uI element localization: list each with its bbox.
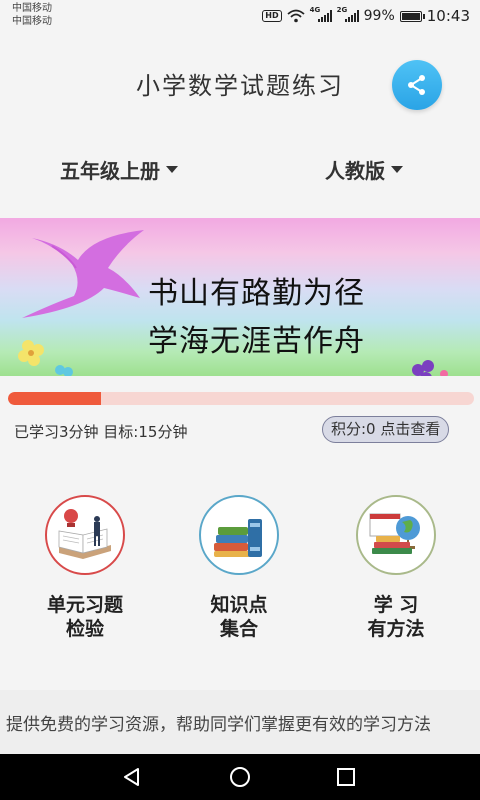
home-icon <box>230 767 250 787</box>
points-button[interactable]: 积分:0 点击查看 <box>322 416 450 443</box>
menu-knowledge-points[interactable]: 知识点 集合 <box>194 495 284 641</box>
back-icon <box>124 768 139 786</box>
flower-icon <box>18 340 73 376</box>
study-progress-bar <box>8 392 474 405</box>
network-type-1: 4G <box>309 6 321 14</box>
recent-apps-icon <box>337 768 355 786</box>
battery-level <box>401 12 420 20</box>
caret-down-icon <box>166 166 178 173</box>
grade-label: 五年级上册 <box>60 159 160 183</box>
battery-icon <box>399 10 425 22</box>
recent-apps-button[interactable] <box>316 754 376 800</box>
marquee-text: 提供免费的学习资源，帮助同学们掌握更有效的学习方法 <box>6 715 431 735</box>
menu-label-line-1: 知识点 <box>210 594 268 616</box>
status-indicators: HD 4G 2G 99% 10:43 <box>262 6 470 26</box>
share-button[interactable] <box>392 60 442 110</box>
hd-badge: HD <box>262 10 282 22</box>
menu-icon-circle <box>356 495 436 575</box>
battery-percent: 99% <box>363 8 395 24</box>
banner-line-1: 书山有路勤为径 <box>148 276 365 311</box>
menu-label-line-1: 学 习 <box>373 594 419 616</box>
menu-label-line-2: 有方法 <box>367 618 425 640</box>
back-button[interactable] <box>102 754 162 800</box>
menu-label-line-2: 检验 <box>65 618 104 640</box>
menu-icon-circle <box>45 495 125 575</box>
grade-selector[interactable]: 五年级上册 <box>60 155 178 184</box>
home-button[interactable] <box>210 754 270 800</box>
menu-label-line-1: 单元习题 <box>46 594 123 616</box>
flower-icon <box>412 360 448 376</box>
menu-study-methods[interactable]: 学 习 有方法 <box>351 495 441 641</box>
share-icon <box>408 75 425 95</box>
bird-icon <box>22 230 144 318</box>
edition-label: 人教版 <box>325 159 385 183</box>
caret-down-icon <box>391 166 403 173</box>
carrier-label-1: 中国移动 <box>12 3 52 14</box>
system-nav-bar <box>0 754 480 800</box>
study-time-text: 已学习3分钟 目标:15分钟 <box>14 423 188 441</box>
footer-marquee: 提供免费的学习资源，帮助同学们掌握更有效的学习方法 <box>0 690 480 754</box>
clock: 10:43 <box>426 7 470 25</box>
books-icon <box>214 519 262 557</box>
study-progress-fill <box>8 392 102 405</box>
reading-icon <box>58 509 111 559</box>
menu-label-line-2: 集合 <box>219 618 258 640</box>
wifi-icon <box>287 9 305 23</box>
globe-books-icon <box>369 513 420 554</box>
edition-selector[interactable]: 人教版 <box>325 155 403 184</box>
network-type-2: 2G <box>336 6 348 14</box>
banner[interactable]: 书山有路勤为径 学海无涯苦作舟 <box>0 218 480 376</box>
carrier-label-2: 中国移动 <box>12 16 52 27</box>
menu-icon-circle <box>199 495 279 575</box>
banner-line-2: 学海无涯苦作舟 <box>148 324 365 359</box>
status-bar: 中国移动 中国移动 HD 4G 2G 99% 10:43 <box>0 0 480 32</box>
menu-unit-exercises[interactable]: 单元习题 检验 <box>40 495 130 641</box>
